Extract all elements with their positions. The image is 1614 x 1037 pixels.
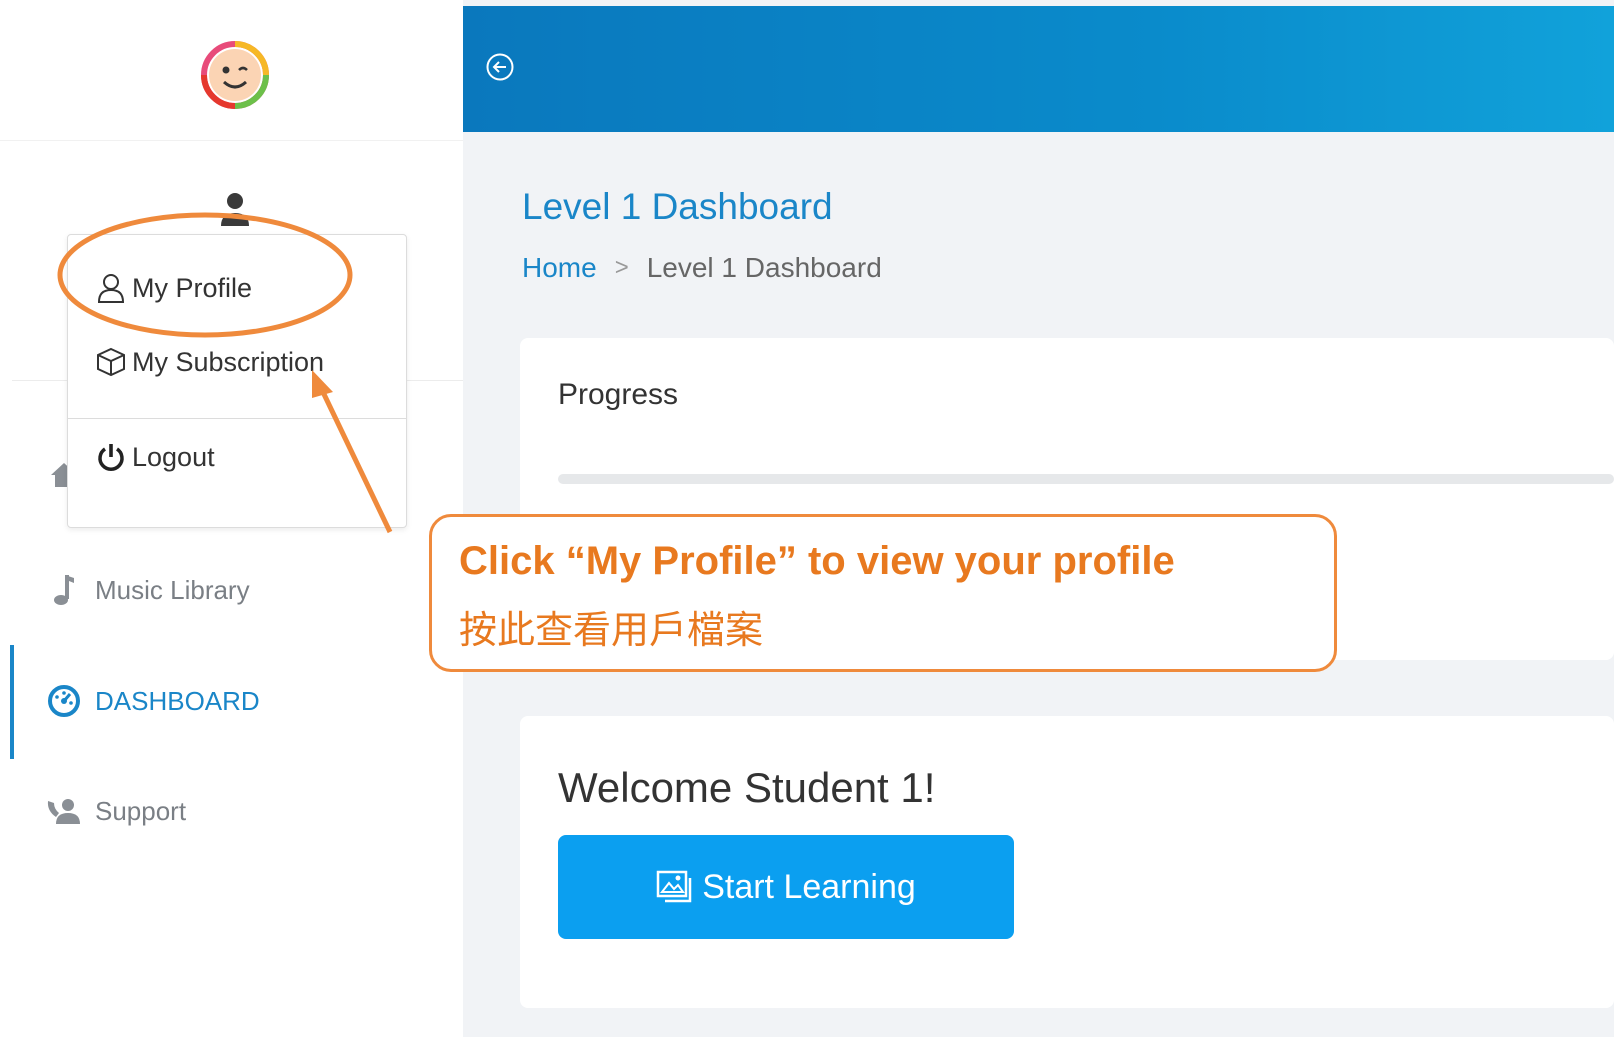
- top-bar: [463, 6, 1614, 132]
- breadcrumb-separator: >: [614, 254, 629, 281]
- circle-arrow-left-icon[interactable]: [485, 52, 515, 82]
- dropdown-item-my-subscription[interactable]: My Subscription: [96, 342, 324, 382]
- dropdown-item-label: My Subscription: [132, 346, 325, 377]
- logo-area: [0, 0, 463, 141]
- dropdown-divider: [68, 418, 406, 419]
- power-icon: [98, 444, 124, 471]
- sidebar-item-music-library[interactable]: Music Library: [0, 560, 463, 620]
- callout-chinese-text: 按此查看用戶檔案: [459, 610, 764, 652]
- sidebar: Music Library DASHBOARD Support My Profi…: [0, 0, 463, 1037]
- welcome-text: Welcome Student 1!: [558, 764, 936, 811]
- sidebar-item-dashboard[interactable]: DASHBOARD: [0, 671, 463, 731]
- page-title: Level 1 Dashboard: [522, 186, 833, 227]
- progress-bar: [558, 474, 1614, 484]
- sidebar-item-support[interactable]: Support: [0, 781, 463, 841]
- dropdown-item-logout[interactable]: Logout: [96, 437, 215, 477]
- dashboard-gauge-icon: [46, 683, 82, 719]
- breadcrumb: Home > Level 1 Dashboard: [522, 252, 882, 284]
- user-outline-icon: [97, 274, 125, 303]
- annotation-callout: Click “My Profile” to view your profile …: [429, 514, 1337, 672]
- breadcrumb-current: Level 1 Dashboard: [646, 252, 882, 283]
- dropdown-item-my-profile[interactable]: My Profile: [96, 268, 252, 308]
- dropdown-item-label: Logout: [132, 441, 215, 472]
- image-gallery-icon: [656, 870, 692, 903]
- user-dropdown-menu: My Profile My Subscription Logout: [67, 234, 407, 528]
- callout-english-text: Click “My Profile” to view your profile: [459, 539, 1175, 583]
- music-note-icon: [46, 572, 82, 608]
- sidebar-item-label: Music Library: [95, 574, 250, 605]
- start-learning-button[interactable]: Start Learning: [558, 835, 1014, 939]
- user-icon[interactable]: [220, 192, 250, 226]
- breadcrumb-home-link[interactable]: Home: [522, 252, 597, 284]
- welcome-card: Welcome Student 1! Start Learning: [520, 716, 1614, 1008]
- smiley-logo-icon[interactable]: [200, 40, 270, 110]
- sidebar-item-label: DASHBOARD: [95, 685, 260, 716]
- start-learning-label: Start Learning: [702, 867, 916, 906]
- support-icon: [46, 793, 82, 829]
- box-icon: [97, 347, 125, 377]
- progress-title: Progress: [558, 378, 679, 411]
- sidebar-item-label: Support: [95, 795, 187, 826]
- dropdown-item-label: My Profile: [132, 272, 253, 303]
